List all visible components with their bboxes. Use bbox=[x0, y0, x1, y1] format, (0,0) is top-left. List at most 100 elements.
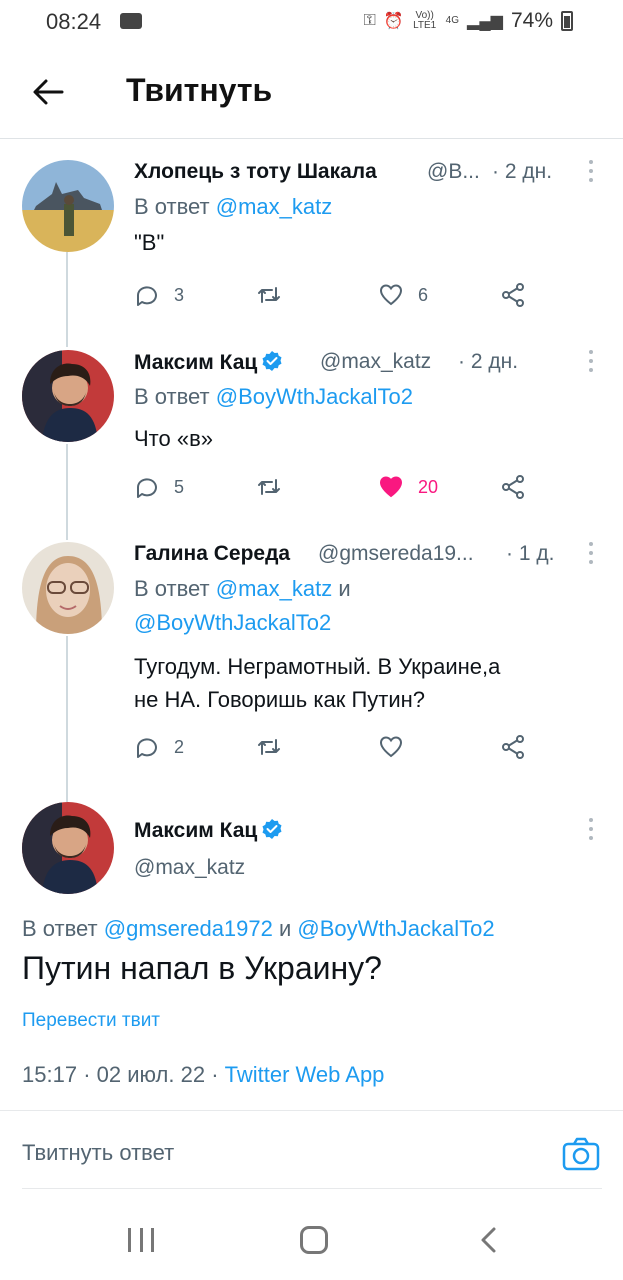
camera-icon[interactable] bbox=[562, 1136, 600, 1172]
retweet-icon bbox=[258, 287, 280, 303]
tweet-author-name[interactable]: Хлопець з тоту Шакала bbox=[134, 160, 377, 184]
like-count: 20 bbox=[418, 476, 439, 497]
reply-to-line: В ответ @max_katz и bbox=[134, 576, 351, 602]
more-options-icon[interactable] bbox=[587, 818, 595, 844]
reply-mention-link[interactable]: @BoyWthJackalTo2 bbox=[216, 384, 413, 409]
retweet-button[interactable] bbox=[256, 280, 282, 310]
share-icon bbox=[502, 475, 524, 499]
tweet-time[interactable]: 15:17 bbox=[22, 1062, 77, 1087]
verified-badge-icon bbox=[262, 819, 282, 839]
author-name-text: Максим Кац bbox=[134, 351, 258, 374]
reply-count: 5 bbox=[174, 476, 185, 497]
thread-connector bbox=[66, 252, 68, 347]
avatar[interactable] bbox=[22, 350, 114, 442]
reply-mention-link[interactable]: @max_katz bbox=[216, 194, 332, 219]
network-type-label: 4G bbox=[445, 15, 460, 26]
reply-input[interactable]: Твитнуть ответ bbox=[22, 1140, 174, 1166]
reply-mention-link[interactable]: @max_katz bbox=[216, 576, 332, 601]
message-notification-icon bbox=[120, 13, 142, 29]
back-arrow-icon[interactable] bbox=[26, 70, 70, 114]
home-icon[interactable] bbox=[300, 1226, 328, 1254]
share-button[interactable] bbox=[500, 280, 526, 310]
tweet-text-line: Тугодум. Неграмотный. В Украине,а bbox=[134, 654, 501, 679]
separator: · bbox=[83, 1062, 91, 1087]
reply-button[interactable]: 3 bbox=[134, 280, 184, 310]
tweet-actions: 3 6 bbox=[134, 280, 534, 310]
status-right: ⚿ ⏰ Vo)) LTE1 4G ▂▄▆ 74% bbox=[364, 9, 573, 33]
reply-to-line-2: @BoyWthJackalTo2 bbox=[134, 610, 331, 636]
separator: · bbox=[211, 1062, 219, 1087]
tweet-author-handle[interactable]: @gmsereda19... bbox=[318, 542, 474, 566]
tweet-text-line: не НА. Говоришь как Путин? bbox=[134, 687, 426, 712]
reply-prefix: В ответ bbox=[134, 576, 210, 601]
like-count: 6 bbox=[418, 284, 429, 305]
reply-icon bbox=[137, 478, 157, 498]
main-author-handle[interactable]: @max_katz bbox=[134, 856, 245, 880]
reply-button[interactable]: 5 bbox=[134, 472, 184, 502]
tweet-author-name[interactable]: Галина Середа bbox=[134, 542, 290, 566]
avatar[interactable] bbox=[22, 802, 114, 894]
like-button[interactable]: 6 bbox=[378, 280, 428, 310]
reply-count: 2 bbox=[174, 736, 185, 757]
status-bar: 08:24 ⚿ ⏰ Vo)) LTE1 4G ▂▄▆ 74% bbox=[0, 0, 623, 44]
retweet-icon bbox=[258, 739, 280, 755]
more-options-icon[interactable] bbox=[587, 160, 595, 186]
tweet-text: "B" bbox=[134, 230, 165, 255]
retweet-button[interactable] bbox=[256, 472, 282, 502]
tweet-date[interactable]: 02 июл. 22 bbox=[97, 1062, 205, 1087]
top-app-bar: Твитнуть bbox=[0, 56, 623, 126]
tweet-time: · 1 д. bbox=[506, 542, 555, 565]
tweet-actions: 2 bbox=[134, 732, 534, 762]
share-button[interactable] bbox=[500, 732, 526, 762]
volte-label: Vo)) LTE1 bbox=[413, 10, 437, 31]
thread-connector bbox=[66, 444, 68, 540]
tweet-author-name[interactable]: Максим Кац bbox=[134, 350, 283, 375]
tweet-author-handle[interactable]: @B... bbox=[427, 160, 480, 184]
reply-connector: и bbox=[279, 916, 292, 941]
tweet-text: Тугодум. Неграмотный. В Украине,а не НА.… bbox=[134, 650, 500, 716]
like-button[interactable] bbox=[378, 732, 404, 762]
back-icon[interactable] bbox=[478, 1226, 498, 1254]
page-title: Твитнуть bbox=[126, 72, 273, 108]
reply-connector: и bbox=[338, 576, 351, 601]
reply-prefix: В ответ bbox=[134, 384, 210, 409]
reply-icon bbox=[137, 286, 157, 306]
main-author-name[interactable]: Максим Кац bbox=[134, 818, 283, 843]
share-button[interactable] bbox=[500, 472, 526, 502]
retweet-icon bbox=[258, 479, 280, 495]
more-options-icon[interactable] bbox=[587, 542, 595, 568]
translate-tweet-link[interactable]: Перевести твит bbox=[22, 1010, 160, 1032]
reply-mention-link[interactable]: @BoyWthJackalTo2 bbox=[297, 916, 494, 941]
alarm-icon: ⏰ bbox=[383, 13, 404, 30]
key-icon: ⚿ bbox=[363, 12, 376, 29]
avatar[interactable] bbox=[22, 542, 114, 634]
avatar[interactable] bbox=[22, 160, 114, 252]
tweet-source-link[interactable]: Twitter Web App bbox=[225, 1062, 385, 1087]
battery-percent: 74% bbox=[510, 9, 553, 32]
reply-to-line: В ответ @max_katz bbox=[134, 194, 332, 220]
more-options-icon[interactable] bbox=[587, 350, 595, 376]
header-divider bbox=[0, 138, 623, 139]
author-name-text: Максим Кац bbox=[134, 819, 258, 842]
reply-mention-link[interactable]: @BoyWthJackalTo2 bbox=[134, 610, 331, 635]
tweet-time: · 2 дн. bbox=[458, 350, 519, 373]
tweet-timestamp: 15:17 · 02 июл. 22 · Twitter Web App bbox=[22, 1062, 384, 1088]
reply-button[interactable]: 2 bbox=[134, 732, 184, 762]
tweet-author-handle[interactable]: @max_katz bbox=[320, 350, 431, 374]
system-navigation-bar bbox=[0, 1190, 623, 1280]
share-icon bbox=[502, 735, 524, 759]
status-time: 08:24 bbox=[46, 9, 102, 34]
signal-icon: ▂▄▆ bbox=[467, 13, 503, 30]
retweet-button[interactable] bbox=[256, 732, 282, 762]
verified-badge-icon bbox=[262, 351, 282, 371]
reply-prefix: В ответ bbox=[134, 194, 210, 219]
divider bbox=[22, 1188, 602, 1189]
battery-icon bbox=[561, 11, 573, 31]
like-button[interactable]: 20 bbox=[378, 472, 438, 502]
reply-mention-link[interactable]: @gmsereda1972 bbox=[104, 916, 273, 941]
tweet-text: Что «в» bbox=[134, 426, 213, 451]
reply-to-line: В ответ @gmsereda1972 и @BoyWthJackalTo2 bbox=[22, 916, 495, 942]
recent-apps-icon[interactable] bbox=[128, 1228, 154, 1252]
tweet-time: · 2 дн. bbox=[492, 160, 553, 183]
share-icon bbox=[502, 283, 524, 307]
